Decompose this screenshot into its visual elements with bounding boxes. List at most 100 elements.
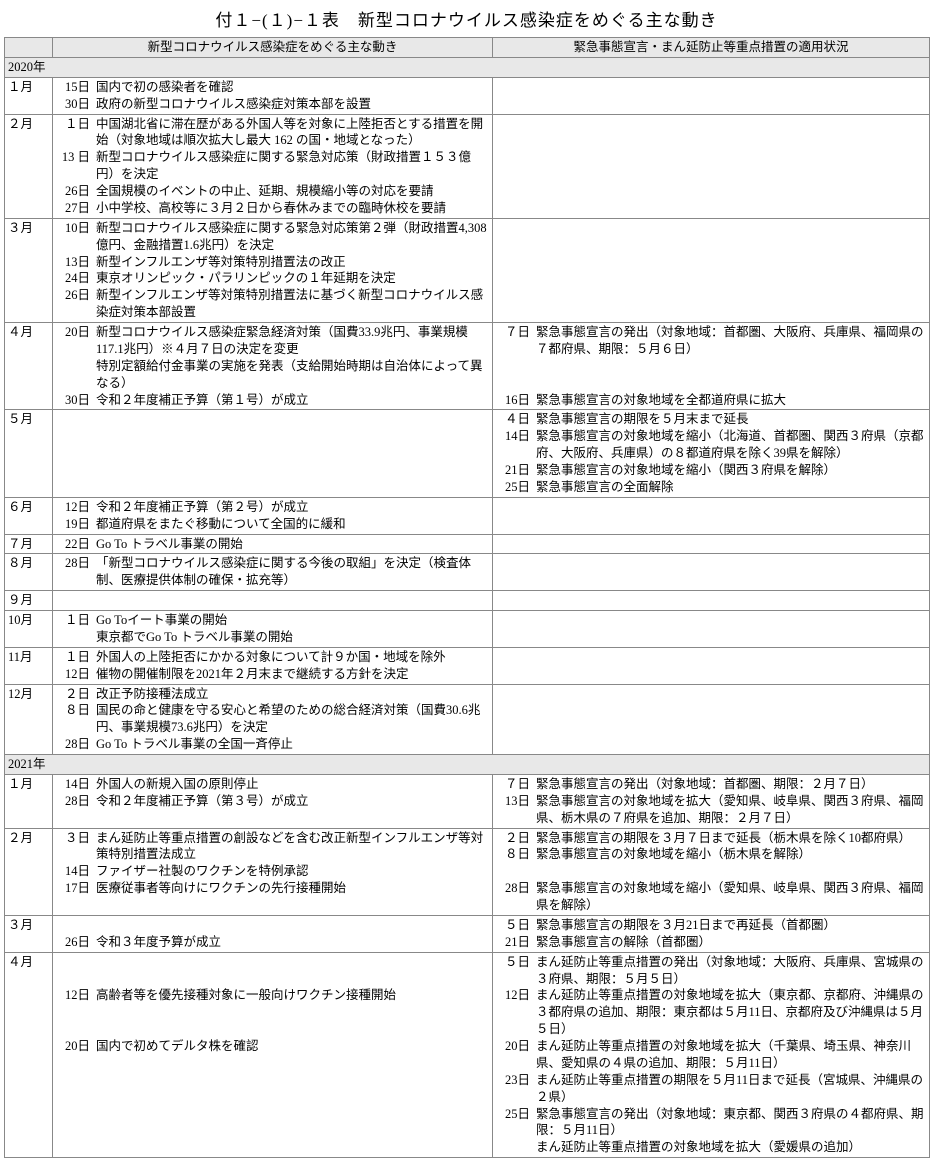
entry-day: ２日 xyxy=(56,686,96,703)
table-row: ６月12日令和２年度補正予算（第２号）が成立19日都道府県をまたぐ移動について全… xyxy=(5,497,930,534)
decl-cell xyxy=(493,114,930,218)
decl-cell xyxy=(493,218,930,322)
entry-text: 政府の新型コロナウイルス感染症対策本部を設置 xyxy=(96,96,489,113)
entry-text: 国民の命と健康を守る安心と希望のための総合経済対策（国費30.6兆円、事業規模7… xyxy=(96,702,489,736)
entry-text: 令和２年度補正予算（第３号）が成立 xyxy=(96,793,489,810)
decl-cell xyxy=(493,77,930,114)
month-cell: 12月 xyxy=(5,684,53,755)
list-item: 14日緊急事態宣言の対象地域を縮小（北海道、首都圏、関西３府県（京都府、大阪府、… xyxy=(496,428,926,462)
entry-text: まん延防止等重点措置の対象地域を拡大（千葉県、埼玉県、神奈川県、愛知県の４県の追… xyxy=(536,1038,926,1072)
list-item: 特別定額給付金事業の実施を発表（支給開始時期は自治体によって異なる） xyxy=(56,358,489,392)
entry-day: ３日 xyxy=(56,830,96,847)
entry-day: 12日 xyxy=(56,987,96,1004)
entry-text: まん延防止等重点措置の期限を５月11日まで延長（宮城県、沖縄県の２県） xyxy=(536,1072,926,1106)
entry-text: 緊急事態宣言の対象地域を拡大（愛知県、岐阜県、関西３府県、福岡県、栃木県の７府県… xyxy=(536,793,926,827)
main-cell xyxy=(53,410,493,497)
year-label: 2021年 xyxy=(5,755,930,775)
main-cell: ２日改正予防接種法成立８日国民の命と健康を守る安心と希望のための総合経済対策（国… xyxy=(53,684,493,755)
entry-text: 緊急事態宣言の発出（対象地域：東京都、関西３府県の４都府県、期限：５月11日） xyxy=(536,1106,926,1140)
entry-text: まん延防止等重点措置の発出（対象地域：大阪府、兵庫県、宮城県の３府県、期限：５月… xyxy=(536,954,926,988)
list-item: 22日Go To トラベル事業の開始 xyxy=(56,536,489,553)
main-cell: １日外国人の上陸拒否にかかる対象について計９か国・地域を除外12日催物の開催制限… xyxy=(53,647,493,684)
entry-day: ５日 xyxy=(496,954,536,971)
list-item: まん延防止等重点措置の対象地域を拡大（愛媛県の追加） xyxy=(496,1139,926,1156)
entry-day: 20日 xyxy=(56,324,96,341)
list-item: ４日緊急事態宣言の期限を５月末まで延長 xyxy=(496,411,926,428)
table-row: ４月12日高齢者等を優先接種対象に一般向けワクチン接種開始20日国内で初めてデル… xyxy=(5,952,930,1158)
list-item: 27日小中学校、高校等に３月２日から春休みまでの臨時休校を要請 xyxy=(56,200,489,217)
list-item: 24日東京オリンピック・パラリンピックの１年延期を決定 xyxy=(56,270,489,287)
entry-day: 14日 xyxy=(56,776,96,793)
decl-cell: ５日緊急事態宣言の期限を３月21日まで再延長（首都圏）21日緊急事態宣言の解除（… xyxy=(493,915,930,952)
entry-text: 外国人の新規入国の原則停止 xyxy=(96,776,489,793)
decl-cell: ７日緊急事態宣言の発出（対象地域：首都圏、大阪府、兵庫県、福岡県の７都府県、期限… xyxy=(493,323,930,410)
list-item: 26日新型インフルエンザ等対策特別措置法に基づく新型コロナウイルス感染症対策本部… xyxy=(56,287,489,321)
entry-text: 令和２年度補正予算（第１号）が成立 xyxy=(96,392,489,409)
list-item: 26日全国規模のイベントの中止、延期、規模縮小等の対応を要請 xyxy=(56,183,489,200)
entry-text: 緊急事態宣言の解除（首都圏） xyxy=(536,934,926,951)
entry-text: 緊急事態宣言の期限を３月７日まで延長（栃木県を除く10都府県） xyxy=(536,830,926,847)
decl-cell: ５日まん延防止等重点措置の発出（対象地域：大阪府、兵庫県、宮城県の３府県、期限：… xyxy=(493,952,930,1158)
decl-cell xyxy=(493,591,930,611)
list-item: ８日国民の命と健康を守る安心と希望のための総合経済対策（国費30.6兆円、事業規… xyxy=(56,702,489,736)
table-row: 10月１日Go Toイート事業の開始東京都でGo To トラベル事業の開始 xyxy=(5,611,930,648)
entry-text: 新型コロナウイルス感染症に関する緊急対応策第２弾（財政措置4,308億円、金融措… xyxy=(96,220,489,254)
entry-text: 小中学校、高校等に３月２日から春休みまでの臨時休校を要請 xyxy=(96,200,489,217)
entry-text: 緊急事態宣言の対象地域を縮小（北海道、首都圏、関西３府県（京都府、大阪府、兵庫県… xyxy=(536,428,926,462)
list-item: 15日国内で初の感染者を確認 xyxy=(56,79,489,96)
entry-day: ５日 xyxy=(496,917,536,934)
list-item: 23日まん延防止等重点措置の期限を５月11日まで延長（宮城県、沖縄県の２県） xyxy=(496,1072,926,1106)
month-cell: 10月 xyxy=(5,611,53,648)
entry-text: 医療従事者等向けにワクチンの先行接種開始 xyxy=(96,880,489,897)
list-item: 30日令和２年度補正予算（第１号）が成立 xyxy=(56,392,489,409)
entry-day: 26日 xyxy=(56,183,96,200)
list-item: ５日まん延防止等重点措置の発出（対象地域：大阪府、兵庫県、宮城県の３府県、期限：… xyxy=(496,954,926,988)
month-cell: ４月 xyxy=(5,952,53,1158)
list-item: 28日令和２年度補正予算（第３号）が成立 xyxy=(56,793,489,810)
table-row: ２月３日まん延防止等重点措置の創設などを含む改正新型インフルエンザ等対策特別措置… xyxy=(5,828,930,915)
list-item: 21日緊急事態宣言の解除（首都圏） xyxy=(496,934,926,951)
main-cell: 22日Go To トラベル事業の開始 xyxy=(53,534,493,554)
list-item: 東京都でGo To トラベル事業の開始 xyxy=(56,629,489,646)
main-cell: 12日令和２年度補正予算（第２号）が成立19日都道府県をまたぐ移動について全国的… xyxy=(53,497,493,534)
list-item: 20日新型コロナウイルス感染症緊急経済対策（国費33.9兆円、事業規模117.1… xyxy=(56,324,489,358)
entry-day: 24日 xyxy=(56,270,96,287)
main-cell: １日Go Toイート事業の開始東京都でGo To トラベル事業の開始 xyxy=(53,611,493,648)
month-cell: ３月 xyxy=(5,915,53,952)
entry-text: 新型コロナウイルス感染症に関する緊急対応策（財政措置１５３億円）を決定 xyxy=(96,149,489,183)
list-item: 28日Go To トラベル事業の全国一斉停止 xyxy=(56,736,489,753)
entry-text: 令和３年度予算が成立 xyxy=(96,934,489,951)
list-item: 17日医療従事者等向けにワクチンの先行接種開始 xyxy=(56,880,489,897)
month-cell: ３月 xyxy=(5,218,53,322)
entry-text: 全国規模のイベントの中止、延期、規模縮小等の対応を要請 xyxy=(96,183,489,200)
table-row: １月14日外国人の新規入国の原則停止28日令和２年度補正予算（第３号）が成立７日… xyxy=(5,774,930,828)
list-item: ７日緊急事態宣言の発出（対象地域：首都圏、大阪府、兵庫県、福岡県の７都府県、期限… xyxy=(496,324,926,358)
list-item: 12日令和２年度補正予算（第２号）が成立 xyxy=(56,499,489,516)
entry-text: 中国湖北省に滞在歴がある外国人等を対象に上陸拒否とする措置を開始（対象地域は順次… xyxy=(96,116,489,150)
header-main: 新型コロナウイルス感染症をめぐる主な動き xyxy=(53,38,493,58)
main-cell: 15日国内で初の感染者を確認30日政府の新型コロナウイルス感染症対策本部を設置 xyxy=(53,77,493,114)
entry-text: Go Toイート事業の開始 xyxy=(96,612,489,629)
entry-text: 国内で初めてデルタ株を確認 xyxy=(96,1038,489,1055)
list-item: 26日令和３年度予算が成立 xyxy=(56,934,489,951)
entry-text: 緊急事態宣言の発出（対象地域：首都圏、大阪府、兵庫県、福岡県の７都府県、期限：５… xyxy=(536,324,926,358)
entry-day: 17日 xyxy=(56,880,96,897)
month-cell: ２月 xyxy=(5,114,53,218)
main-cell: 28日「新型コロナウイルス感染症に関する今後の取組」を決定（検査体制、医療提供体… xyxy=(53,554,493,591)
month-cell: ８月 xyxy=(5,554,53,591)
month-cell: ２月 xyxy=(5,828,53,915)
decl-cell xyxy=(493,554,930,591)
list-item: ２日改正予防接種法成立 xyxy=(56,686,489,703)
entry-day: 26日 xyxy=(56,287,96,304)
entry-day: ８日 xyxy=(56,702,96,719)
entry-day: 27日 xyxy=(56,200,96,217)
table-row: 12月２日改正予防接種法成立８日国民の命と健康を守る安心と希望のための総合経済対… xyxy=(5,684,930,755)
main-cell: 10日新型コロナウイルス感染症に関する緊急対応策第２弾（財政措置4,308億円、… xyxy=(53,218,493,322)
decl-cell: ７日緊急事態宣言の発出（対象地域：首都圏、期限：２月７日）13日緊急事態宣言の対… xyxy=(493,774,930,828)
entry-day: 20日 xyxy=(496,1038,536,1055)
entry-text: 緊急事態宣言の全面解除 xyxy=(536,479,926,496)
list-item: 20日まん延防止等重点措置の対象地域を拡大（千葉県、埼玉県、神奈川県、愛知県の４… xyxy=(496,1038,926,1072)
list-item: 10日新型コロナウイルス感染症に関する緊急対応策第２弾（財政措置4,308億円、… xyxy=(56,220,489,254)
entry-text: 東京オリンピック・パラリンピックの１年延期を決定 xyxy=(96,270,489,287)
entry-day: ２日 xyxy=(496,830,536,847)
